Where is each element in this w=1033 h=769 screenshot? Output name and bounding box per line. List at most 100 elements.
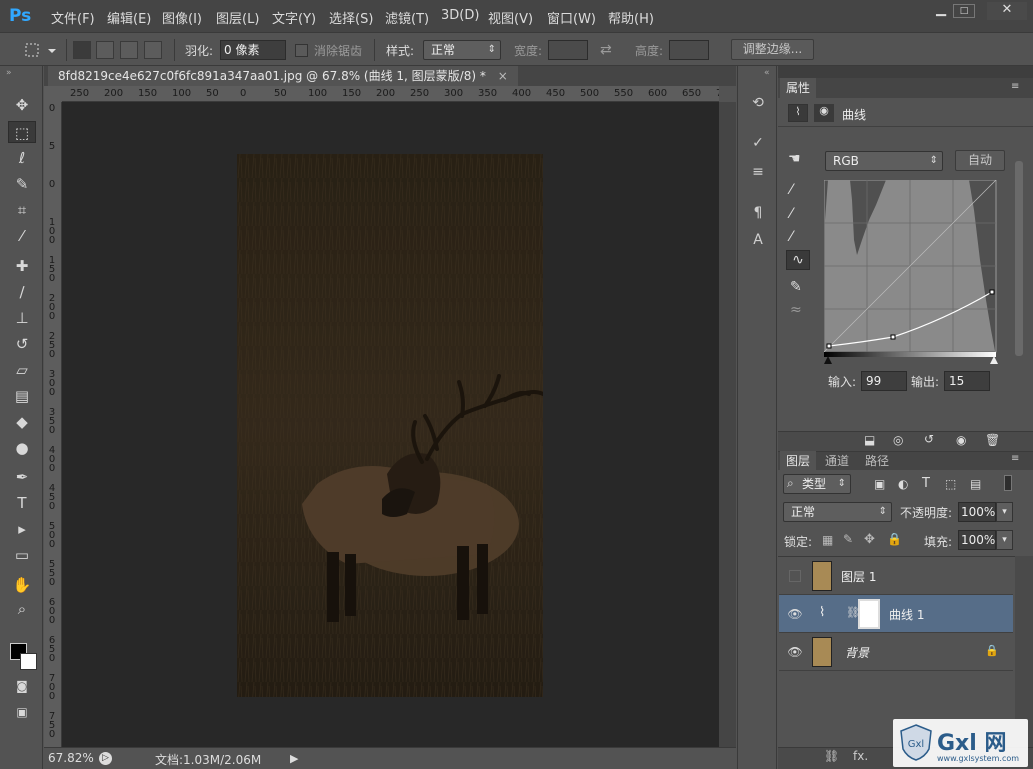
ruler-horizontal[interactable]: 250 200 150 100 50 0 50 100 150 200 250 300 350 400 45…	[62, 86, 719, 102]
filter-toggle[interactable]	[1004, 475, 1012, 491]
menu-select[interactable]: 选择(S)	[329, 8, 373, 27]
visibility-icon[interactable]: ◉	[956, 433, 966, 447]
document-tab[interactable]: 8fd8219ce4e627c0f6fc891a347aa01.jpg @ 67…	[48, 66, 518, 86]
status-menu-arrow-icon[interactable]: ▶	[290, 752, 298, 765]
mask-icon[interactable]: ◉	[814, 104, 834, 122]
filter-smart-icon[interactable]: ▤	[970, 477, 981, 491]
feather-input[interactable]: 0 像素	[220, 40, 286, 60]
refine-edge-button[interactable]: 调整边缘...	[731, 39, 814, 60]
view-previous-icon[interactable]: ◎	[893, 433, 903, 447]
screen-mode-icon[interactable]: ▣	[8, 701, 36, 723]
dodge-tool-icon[interactable]: ●	[8, 437, 36, 459]
layer-style-fx[interactable]: fx.	[853, 749, 868, 763]
brush-presets-icon[interactable]: ≡	[746, 161, 770, 183]
filter-shape-icon[interactable]: ⬚	[945, 477, 956, 491]
style-select[interactable]: 正常	[423, 40, 501, 60]
layer-row[interactable]: 👁 背景 🔒	[779, 633, 1013, 671]
menu-edit[interactable]: 编辑(E)	[107, 8, 151, 27]
channel-select[interactable]: RGB	[825, 151, 943, 171]
history-panel-icon[interactable]: ⟲	[746, 92, 770, 114]
eye-icon[interactable]: 👁	[787, 644, 803, 660]
menu-type[interactable]: 文字(Y)	[272, 8, 316, 27]
menu-view[interactable]: 视图(V)	[488, 8, 533, 27]
antialias-checkbox[interactable]	[295, 44, 308, 57]
opacity-dropdown-icon[interactable]: ▾	[996, 502, 1013, 522]
tab-layers[interactable]: 图层	[780, 451, 817, 471]
output-field[interactable]: 15	[944, 371, 990, 391]
path-select-tool-icon[interactable]: ▸	[8, 518, 36, 540]
panel-menu-icon[interactable]: ≡	[1011, 81, 1019, 92]
clip-to-layer-icon[interactable]: ⬓	[864, 433, 875, 447]
shape-tool-icon[interactable]: ▭	[8, 544, 36, 566]
filter-pixel-icon[interactable]: ▣	[874, 477, 885, 491]
properties-scrollbar[interactable]	[1015, 161, 1023, 356]
type-tool-icon[interactable]: T	[8, 492, 36, 514]
character-panel-icon[interactable]: A	[746, 229, 770, 251]
swap-icon[interactable]: ⇄	[600, 42, 612, 58]
background-color-swatch[interactable]	[20, 653, 37, 670]
ruler-origin[interactable]	[44, 86, 62, 102]
height-input[interactable]	[669, 40, 709, 60]
clone-stamp-tool-icon[interactable]: ⊥	[8, 307, 36, 329]
filter-type-icon[interactable]: T	[922, 476, 930, 491]
marquee-preset-icon[interactable]	[24, 42, 60, 58]
rect-marquee-tool-icon[interactable]: ⬚	[8, 121, 36, 143]
gray-point-eyedropper-icon[interactable]: ⁄	[790, 206, 792, 222]
history-brush-tool-icon[interactable]: ↺	[8, 333, 36, 355]
width-input[interactable]	[548, 40, 588, 60]
white-point-eyedropper-icon[interactable]: ⁄	[790, 229, 792, 245]
menu-3d[interactable]: 3D(D)	[441, 8, 479, 23]
new-selection-icon[interactable]	[73, 41, 91, 59]
menu-help[interactable]: 帮助(H)	[608, 8, 654, 27]
crop-tool-icon[interactable]: ⌗	[8, 199, 36, 221]
auto-button[interactable]: 自动	[955, 150, 1005, 171]
document-image[interactable]	[237, 154, 543, 697]
menu-layer[interactable]: 图层(L)	[216, 8, 259, 27]
blend-mode-select[interactable]: 正常	[783, 502, 892, 522]
lasso-tool-icon[interactable]: ℓ	[8, 147, 36, 169]
lock-transparent-icon[interactable]: ▦	[822, 533, 833, 547]
tab-paths[interactable]: 路径	[859, 451, 895, 471]
subtract-selection-icon[interactable]	[120, 41, 138, 59]
expand-panels-icon[interactable]: «	[764, 68, 770, 78]
collapse-toolbar-icon[interactable]: »	[6, 68, 12, 78]
brush-tool-icon[interactable]: ∕	[8, 281, 36, 303]
menu-filter[interactable]: 滤镜(T)	[385, 8, 429, 27]
menu-image[interactable]: 图像(I)	[162, 8, 202, 27]
healing-brush-tool-icon[interactable]: ✚	[8, 255, 36, 277]
black-point-eyedropper-icon[interactable]: ⁄	[790, 182, 792, 198]
curve-point-tool-icon[interactable]: ∿	[786, 250, 810, 270]
opacity-input[interactable]: 100%	[958, 502, 996, 522]
input-field[interactable]: 99	[861, 371, 907, 391]
link-layers-icon[interactable]: ⛓	[824, 749, 839, 763]
reset-icon[interactable]: ↺	[924, 432, 934, 446]
layer-row[interactable]: 图层 1	[779, 557, 1013, 595]
move-tool-icon[interactable]: ✥	[8, 94, 36, 116]
target-adjust-icon[interactable]: ☚	[788, 151, 801, 167]
layer-name[interactable]: 背景	[845, 644, 869, 661]
curves-graph[interactable]	[824, 180, 1000, 364]
paragraph-panel-icon[interactable]: ¶	[746, 202, 770, 224]
menu-window[interactable]: 窗口(W)	[547, 8, 596, 27]
tab-channels[interactable]: 通道	[819, 451, 855, 471]
filter-adjustment-icon[interactable]: ◐	[898, 477, 908, 491]
zoom-level[interactable]: 67.82%	[48, 751, 94, 765]
close-tab-icon[interactable]: ×	[498, 69, 508, 83]
hand-tool-icon[interactable]: ✋	[8, 574, 36, 596]
intersect-selection-icon[interactable]	[144, 41, 162, 59]
minimize-button[interactable]: ▁	[927, 2, 955, 20]
layers-menu-icon[interactable]: ≡	[1011, 453, 1019, 464]
layer-mask-thumbnail[interactable]	[858, 599, 880, 629]
eraser-tool-icon[interactable]: ▱	[8, 359, 36, 381]
close-button[interactable]: ✕	[987, 2, 1027, 20]
fill-dropdown-icon[interactable]: ▾	[996, 530, 1013, 550]
lock-position-icon[interactable]: ✥	[864, 532, 875, 547]
gradient-tool-icon[interactable]: ▤	[8, 385, 36, 407]
maximize-button[interactable]: □	[953, 4, 975, 18]
status-info-icon[interactable]: ▷	[99, 752, 112, 765]
pencil-curve-icon[interactable]: ✎	[790, 279, 802, 295]
blur-tool-icon[interactable]: ◆	[8, 411, 36, 433]
lock-pixels-icon[interactable]: ✎	[843, 532, 853, 546]
quick-select-tool-icon[interactable]: ✎	[8, 173, 36, 195]
smooth-curve-icon[interactable]: ≈	[790, 302, 802, 318]
